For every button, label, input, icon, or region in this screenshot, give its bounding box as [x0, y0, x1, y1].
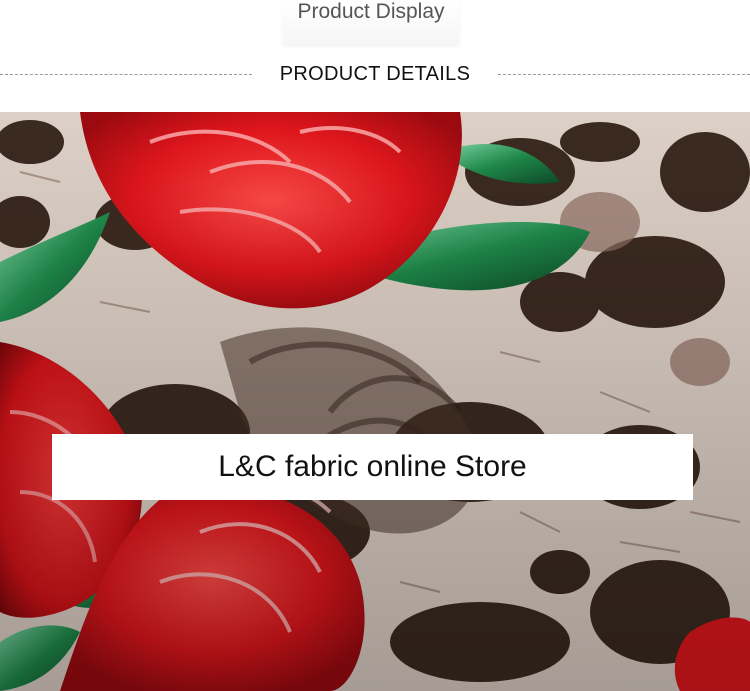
fabric-illustration	[0, 112, 750, 691]
product-page: Product Display PRODUCT DETAILS L&C fabr…	[0, 0, 750, 691]
left-dashed-divider	[0, 74, 252, 75]
store-name-text: L&C fabric online Store	[218, 450, 527, 483]
store-name-banner: L&C fabric online Store	[52, 434, 693, 500]
section-title: PRODUCT DETAILS	[279, 63, 471, 85]
right-dashed-divider	[498, 74, 750, 75]
product-display-label: Product Display	[297, 0, 445, 23]
product-display-tab[interactable]: Product Display	[283, 0, 459, 44]
fabric-photo: L&C fabric online Store	[0, 112, 750, 691]
section-header: PRODUCT DETAILS	[0, 60, 750, 90]
